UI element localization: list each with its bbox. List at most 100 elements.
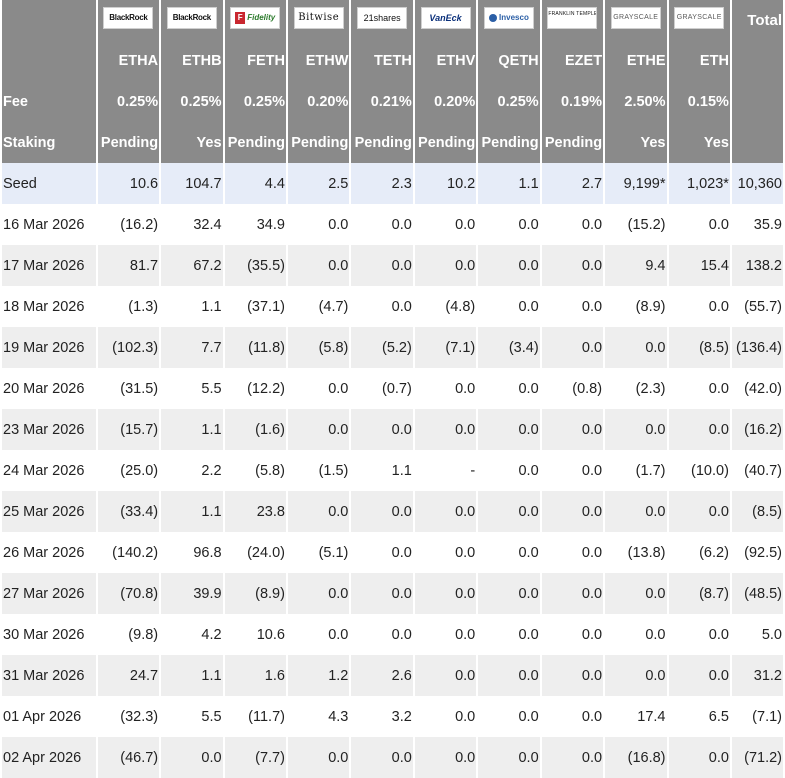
issuer-logo-cell: GRAYSCALE [605,0,667,40]
invesco-mark-icon [489,13,498,22]
flow-cell: 17.4 [637,708,666,725]
flow-cell: 0.0 [708,216,729,233]
table-row: 27 Mar 2026 (70.8) 39.9 (8.9) 0.0 0.0 0.0 0.0 0.… [2,573,783,614]
issuer-logo: FRANKLIN TEMPLETON [547,7,598,29]
fee-cell: 0.15% [668,81,730,122]
flow-cell: (70.8) [97,573,160,614]
flow-cell: 0.0 [541,245,604,286]
flow-cell: 0.0 [708,626,729,643]
fee-cell: 0.25% [161,81,223,122]
flow-cell: 1.1 [478,163,540,204]
ticker-cell: ETHW [287,40,350,81]
flow-cell: 0.0 [668,409,730,450]
table-row: 26 Mar 2026 (140.2) 96.8 (24.0) (5.1) 0.0 0.0 0… [2,532,783,573]
fee-cell: 0.20% [287,81,350,122]
etf-flows-table: BlackRock BlackRock F Fidelity Bitwise 21shar… [0,0,785,778]
flow-cell: 1.1 [161,409,223,450]
table-row: 23 Mar 2026 (15.7) 1.1 (1.6) 0.0 0.0 0.0 0.0 0.0… [2,409,783,450]
flow-cell: 104.7 [161,163,223,204]
table-row: 30 Mar 2026 (9.8) 4.2 10.6 0.0 0.0 0.0 0.0 0.0 0.… [2,614,783,655]
flow-cell: 0.0 [391,298,412,315]
flow-cell: 0.0 [708,380,729,397]
fee-cell: 0.25% [224,81,286,122]
total-cell: (8.5) [731,491,783,532]
staking-cell: Pending [224,122,286,163]
header-filler [731,122,783,163]
flow-cell: 2.2 [201,462,222,479]
flow-cell: 0.0 [455,626,476,643]
flow-cell: (11.8) [224,327,286,368]
flow-cell: (8.5) [668,327,730,368]
row-date: 01 Apr 2026 [3,708,82,725]
flow-cell: 0.0 [581,298,603,315]
flow-cell: 0.0 [455,380,476,397]
flow-cell: 15.4 [668,245,730,286]
row-date: 26 Mar 2026 [3,544,85,561]
flow-cell: 0.0 [328,216,349,233]
seed-row: Seed 10.6 104.7 4.4 2.5 2.3 10.2 1.1 2.7 9,199* 1,… [2,163,783,204]
fee-label: Fee [2,81,96,122]
row-date: 24 Mar 2026 [3,462,85,479]
issuer-logo-cell: VanEck [414,0,477,40]
flow-cell: (7.1) [414,327,477,368]
table-row: 20 Mar 2026 (31.5) 5.5 (12.2) 0.0 (0.7) 0.0 0.0… [2,368,783,409]
flow-cell: 0.0 [414,655,477,696]
ticker-cell: FETH [224,40,286,81]
issuer-logo-cell: F Fidelity [224,0,286,40]
flow-cell: 1.6 [224,655,286,696]
flow-cell: 1.1 [161,655,223,696]
flow-cell: (16.2) [120,216,159,233]
flow-cell: 1.1 [161,491,223,532]
total-cell: 35.9 [753,216,782,233]
flow-cell: 3.2 [391,708,412,725]
issuer-logo: GRAYSCALE [610,7,661,29]
issuer-logo: F Fidelity [230,7,281,29]
flow-cell: 0.0 [414,409,477,450]
flow-cell: 0.0 [478,491,540,532]
flow-cell: (140.2) [112,544,159,561]
total-cell: (136.4) [731,327,783,368]
flow-cell: 0.0 [581,462,603,479]
issuer-logo-text: Bitwise [298,12,340,23]
flow-cell: 0.0 [518,216,539,233]
flow-cell: 0.0 [541,409,604,450]
flow-cell: 0.0 [581,626,603,643]
flow-cell: 1,023* [668,163,730,204]
table-row: 25 Mar 2026 (33.4) 1.1 23.8 0.0 0.0 0.0 0.0 0.0 0… [2,491,783,532]
flow-cell: (1.7) [635,462,666,479]
flow-cell: 67.2 [161,245,223,286]
header-filler [731,81,783,122]
flow-cell: (5.1) [318,544,349,561]
flow-cell: 4.3 [328,708,349,725]
flow-cell: 0.0 [351,409,413,450]
flow-cell: 2.7 [541,163,604,204]
fee-cell: 0.19% [541,81,604,122]
flow-cell: (15.2) [627,216,666,233]
total-cell: (48.5) [731,573,783,614]
flow-cell: 0.0 [518,380,539,397]
table-row: 31 Mar 2026 24.7 1.1 1.6 1.2 2.6 0.0 0.0 0.0 0.0 0… [2,655,783,696]
flow-cell: 0.0 [645,626,666,643]
flow-cell: 0.0 [605,409,667,450]
flow-cell: (8.9) [224,573,286,614]
flow-cell: 0.0 [478,573,540,614]
issuer-logo-text: VanEck [429,13,462,23]
row-date: Seed [2,163,96,204]
flow-cell: (1.6) [224,409,286,450]
flow-cell: 4.2 [201,626,222,643]
flow-cell: (6.2) [699,544,729,561]
flow-cell: (102.3) [97,327,160,368]
flow-cell: (1.3) [128,298,159,315]
flow-rows: Seed 10.6 104.7 4.4 2.5 2.3 10.2 1.1 2.7 9,199* 1,… [2,163,783,778]
issuer-logo: Invesco [483,7,534,29]
flow-cell: 24.7 [97,655,160,696]
row-date: 20 Mar 2026 [3,380,85,397]
issuer-logo: 21shares [357,7,408,29]
issuer-logo-text: Invesco [499,13,529,22]
flow-cell: 4.4 [224,163,286,204]
flow-cell: 0.0 [518,544,539,561]
row-date: 30 Mar 2026 [3,626,85,643]
flow-cell: 0.0 [668,491,730,532]
total-cell: (40.7) [744,462,782,479]
flow-cell: 2.3 [351,163,413,204]
